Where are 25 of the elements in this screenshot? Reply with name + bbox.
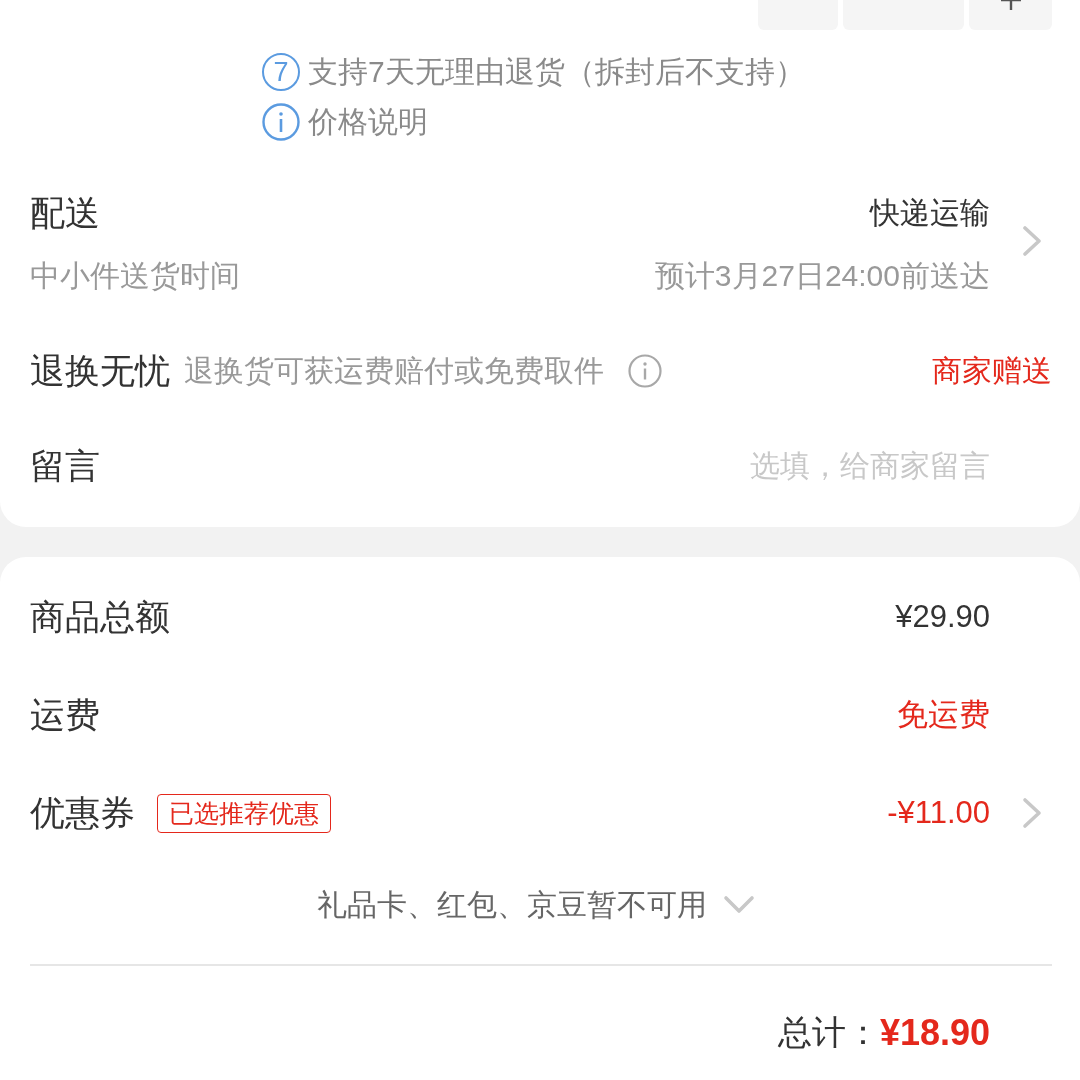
total-label: 总计： [777, 1011, 880, 1053]
delivery-estimate: 预计3月27日24:00前送达 [654, 257, 990, 294]
delivery-method: 快递运输 [870, 194, 990, 231]
summary-value: ¥29.90 [895, 599, 990, 635]
summary-label: 运费 [30, 693, 100, 736]
returns-value: 商家赠送 [932, 352, 1052, 389]
chevron-right-icon[interactable] [1022, 797, 1042, 829]
summary-label: 优惠券 [30, 791, 135, 834]
info-icon[interactable] [628, 354, 662, 388]
return-days-badge: 7 [262, 53, 300, 91]
delivery-label: 配送 [30, 191, 100, 234]
unavailable-toggle[interactable]: 礼品卡、红包、京豆暂不可用 [317, 884, 755, 926]
chevron-right-icon[interactable] [1022, 225, 1042, 257]
delivery-sub-label: 中小件送货时间 [30, 257, 240, 294]
service-text: 价格说明 [308, 103, 428, 140]
info-icon [262, 103, 300, 141]
summary-label: 商品总额 [30, 595, 170, 638]
service-text: 支持7天无理由退货（拆封后不支持） [308, 53, 805, 90]
summary-value: 免运费 [897, 696, 990, 734]
returns-description: 退换货可获运费赔付或免费取件 [184, 352, 604, 389]
summary-value: -¥11.00 [887, 795, 990, 831]
message-label: 留言 [30, 444, 100, 487]
total-amount: ¥18.90 [879, 1011, 990, 1054]
coupon-tag: 已选推荐优惠 [157, 793, 331, 833]
returns-label: 退换无忧 [30, 349, 170, 392]
